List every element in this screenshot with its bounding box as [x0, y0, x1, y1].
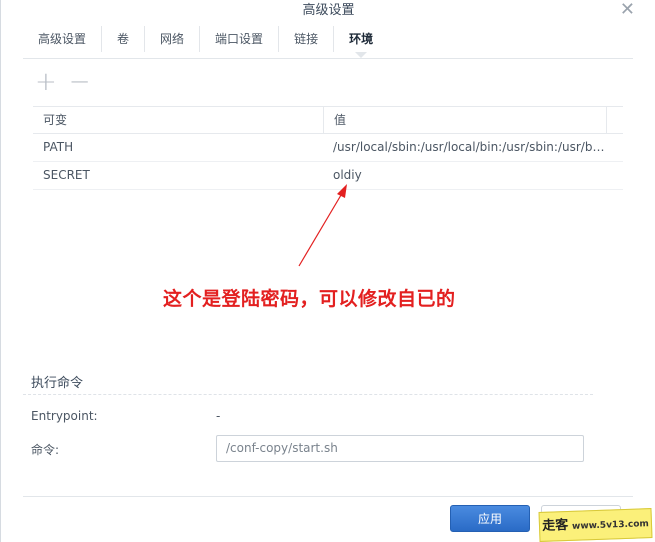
- annotation-text: 这个是登陆密码，可以修改自已的: [163, 288, 456, 310]
- command-input[interactable]: /conf-copy/start.sh: [216, 435, 584, 462]
- section-divider: [23, 394, 593, 396]
- exec-section-title: 执行命令: [31, 376, 84, 391]
- apply-button[interactable]: 应用: [450, 505, 530, 532]
- advanced-settings-dialog: 高级设置 ✕ 高级设置 卷 网络 端口设置 链接 环境 + − 可变 值 PAT…: [0, 0, 655, 542]
- watermark-logo: 走客 www.5v13.com: [538, 508, 653, 542]
- watermark-cn: 走客: [541, 517, 569, 534]
- watermark-domain: www.5v13.com: [571, 519, 649, 532]
- command-label: 命令:: [31, 443, 60, 457]
- entrypoint-label: Entrypoint:: [31, 409, 98, 423]
- footer-divider: [23, 496, 633, 497]
- entrypoint-value: -: [216, 409, 221, 423]
